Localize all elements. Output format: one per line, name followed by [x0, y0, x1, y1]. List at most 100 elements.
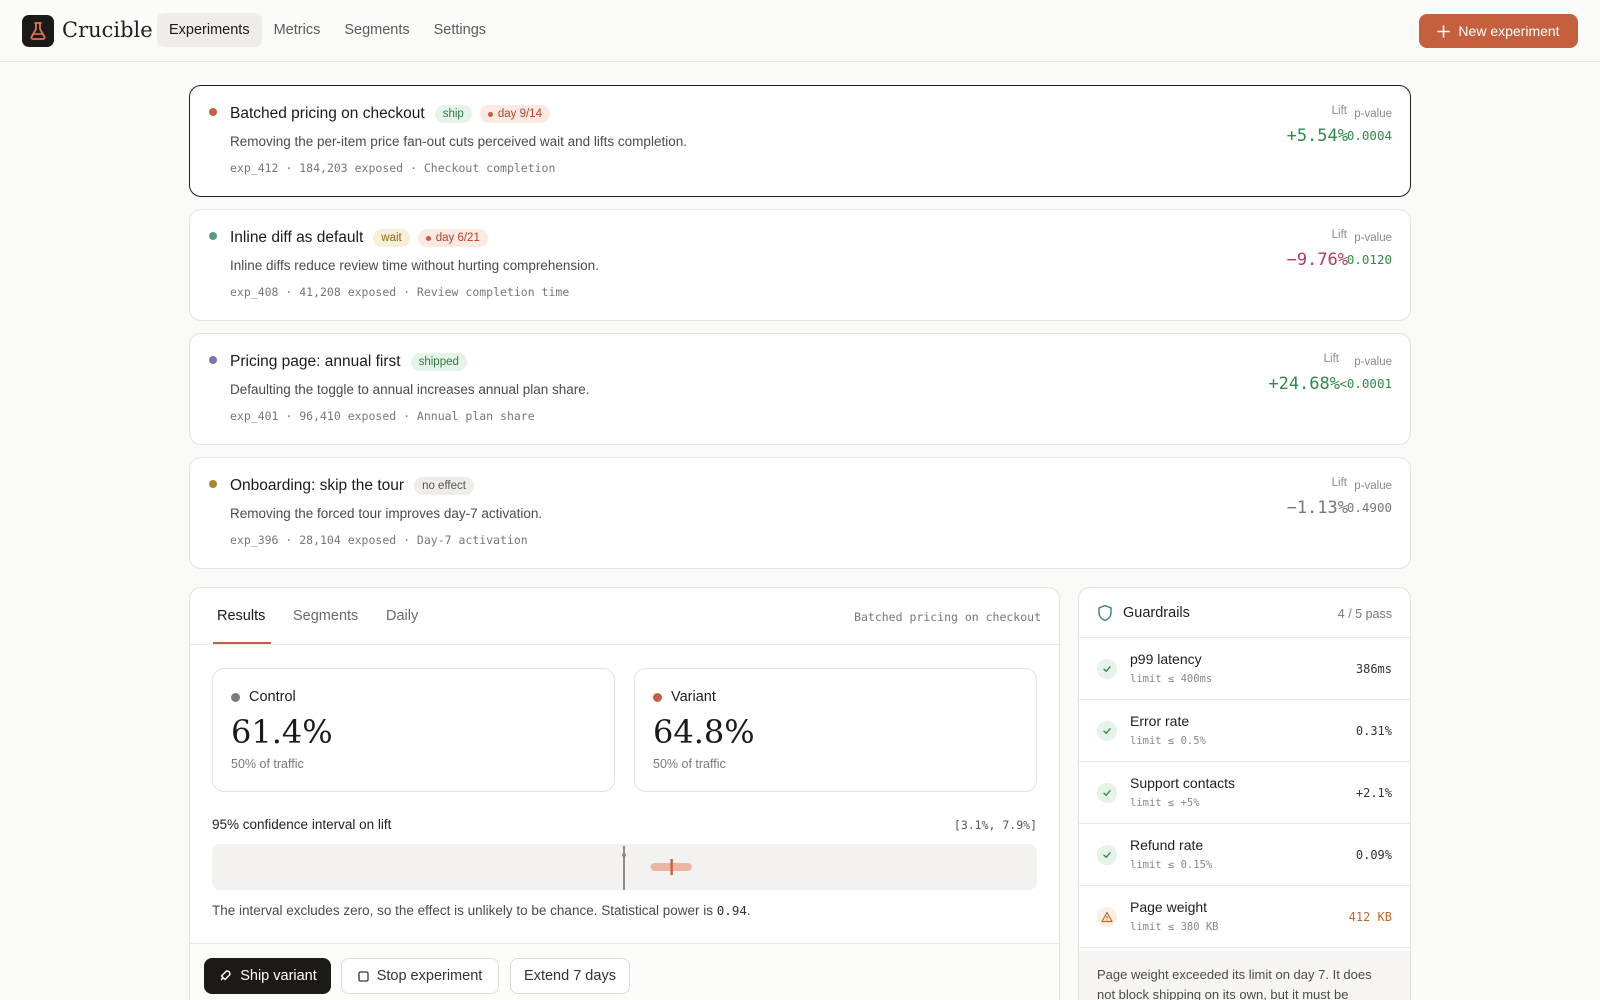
experiment-description: Inline diffs reduce review time without … [230, 258, 599, 273]
variant-dot [653, 692, 662, 702]
ci-note-text: The interval excludes zero, so the effec… [212, 903, 717, 918]
guardrail-limit: limit ≤ 400ms [1130, 673, 1213, 685]
guardrail-note: Page weight exceeded its limit on day 7.… [1079, 951, 1410, 1000]
ci-note: The interval excludes zero, so the effec… [212, 903, 751, 918]
ci-note-end: . [746, 903, 751, 918]
guardrail-row[interactable]: Error rate limit ≤ 0.5% 0.31% [1079, 700, 1410, 762]
ship-variant-label: Ship variant [240, 968, 317, 984]
check-icon [1097, 659, 1117, 679]
guardrail-value: 412 KB [1348, 910, 1392, 924]
stop-icon [358, 970, 369, 982]
experiment-title: Pricing page: annual first [230, 353, 401, 370]
day-label: day 6/21 [435, 232, 480, 244]
experiment-card[interactable]: Inline diff as default wait day 6/21 Inl… [189, 209, 1411, 321]
p-value-label: p-value [1354, 356, 1392, 368]
experiment-card[interactable]: Pricing page: annual first shipped Defau… [189, 333, 1411, 445]
nav-tab-segments[interactable]: Segments [332, 13, 421, 47]
results-tabs: Results Segments Daily Batched pricing o… [190, 588, 1059, 645]
stop-experiment-button[interactable]: Stop experiment [341, 958, 499, 994]
guardrail-value: 0.09% [1355, 848, 1392, 862]
variant-value: 64.8% [653, 713, 755, 751]
ci-track [212, 844, 1037, 890]
guardrail-limit: limit ≤ 0.15% [1130, 859, 1213, 871]
guardrail-name: Support contacts [1130, 775, 1236, 791]
day-badge: day 6/21 [417, 229, 488, 247]
top-bar: Crucible Experiments Metrics Segments Se… [0, 0, 1600, 62]
experiment-color-dot [209, 232, 217, 240]
ci-range: [3.1%, 7.9%] [953, 818, 1037, 832]
guardrail-limit: limit ≤ 380 KB [1130, 921, 1219, 933]
check-icon [1097, 783, 1117, 803]
experiment-card[interactable]: Batched pricing on checkout ship day 9/1… [189, 85, 1411, 197]
guardrails-panel: Guardrails 4 / 5 pass p99 latency limit … [1078, 587, 1411, 1000]
day-badge: day 9/14 [479, 105, 550, 123]
p-value: 0.4900 [1346, 500, 1392, 515]
variant-label: Variant [671, 689, 716, 705]
experiment-meta: exp_412 · 184,203 exposed · Checkout com… [230, 161, 556, 175]
control-card: Control 61.4% 50% of traffic [212, 668, 615, 792]
experiment-description: Defaulting the toggle to annual increase… [230, 382, 590, 397]
day-dot [425, 235, 431, 241]
main-nav: Experiments Metrics Segments Settings [157, 13, 498, 47]
variant-traffic: 50% of traffic [653, 757, 726, 771]
experiment-description: Removing the per-item price fan-out cuts… [230, 134, 687, 149]
experiment-color-dot [209, 356, 217, 364]
status-badge: no effect [414, 477, 474, 495]
guardrail-row[interactable]: Support contacts limit ≤ +5% +2.1% [1079, 762, 1410, 824]
experiment-title: Batched pricing on checkout [230, 105, 425, 122]
experiment-title: Inline diff as default [230, 229, 364, 246]
experiment-card[interactable]: Onboarding: skip the tour no effect Remo… [189, 457, 1411, 569]
nav-tab-metrics[interactable]: Metrics [262, 13, 333, 47]
control-value: 61.4% [231, 713, 333, 751]
ci-label: 95% confidence interval on lift [212, 817, 392, 832]
experiment-color-dot [209, 480, 217, 488]
check-icon [1097, 845, 1117, 865]
guardrail-row[interactable]: Page weight limit ≤ 380 KB 412 KB [1079, 886, 1410, 948]
guardrail-value: 386ms [1355, 662, 1392, 676]
p-value-label: p-value [1354, 232, 1392, 244]
guardrails-title: Guardrails [1123, 605, 1190, 621]
results-panel: Results Segments Daily Batched pricing o… [189, 587, 1060, 1000]
ship-variant-button[interactable]: Ship variant [204, 958, 331, 994]
guardrail-value: 0.31% [1355, 724, 1392, 738]
day-label: day 9/14 [497, 108, 542, 120]
power-value: 0.94 [716, 903, 747, 918]
experiment-description: Removing the forced tour improves day-7 … [230, 506, 543, 521]
experiment-color-dot [209, 108, 217, 116]
control-traffic: 50% of traffic [231, 757, 304, 771]
guardrail-row[interactable]: Refund rate limit ≤ 0.15% 0.09% [1079, 824, 1410, 886]
guardrail-value: +2.1% [1355, 786, 1392, 800]
status-badge: wait [373, 229, 410, 247]
p-value: 0.0004 [1346, 128, 1392, 143]
p-value-label: p-value [1354, 108, 1392, 120]
tab-segments[interactable]: Segments [293, 608, 358, 624]
flask-logo-icon[interactable] [22, 15, 54, 47]
ci-point-estimate [670, 859, 673, 875]
guardrail-limit: limit ≤ 0.5% [1130, 735, 1206, 747]
variant-card: Variant 64.8% 50% of traffic [634, 668, 1037, 792]
extend-button[interactable]: Extend 7 days [510, 958, 630, 994]
control-dot [231, 692, 240, 702]
guardrail-name: Page weight [1130, 899, 1208, 915]
active-tab-underline [213, 642, 271, 644]
action-bar: Ship variant Stop experiment Extend 7 da… [190, 943, 1059, 1000]
experiment-meta: exp_401 · 96,410 exposed · Annual plan s… [230, 409, 535, 423]
ci-zero-marker [622, 853, 626, 857]
guardrail-limit: limit ≤ +5% [1130, 797, 1200, 809]
control-label: Control [249, 689, 296, 705]
guardrails-header: Guardrails 4 / 5 pass [1079, 588, 1410, 638]
warning-icon [1097, 907, 1117, 927]
new-experiment-button[interactable]: New experiment [1419, 14, 1578, 48]
tab-daily[interactable]: Daily [386, 608, 418, 624]
p-value-label: p-value [1354, 480, 1392, 492]
nav-tab-settings[interactable]: Settings [422, 13, 498, 47]
shield-icon [1098, 604, 1112, 622]
ci-chart [622, 846, 692, 890]
experiment-title: Onboarding: skip the tour [230, 477, 405, 494]
guardrail-row[interactable]: p99 latency limit ≤ 400ms 386ms [1079, 638, 1410, 700]
tab-results[interactable]: Results [217, 608, 265, 624]
guardrail-name: Error rate [1130, 713, 1190, 729]
selected-experiment-name: Batched pricing on checkout [854, 610, 1041, 624]
nav-tab-experiments[interactable]: Experiments [157, 13, 262, 47]
experiment-meta: exp_408 · 41,208 exposed · Review comple… [230, 285, 570, 299]
